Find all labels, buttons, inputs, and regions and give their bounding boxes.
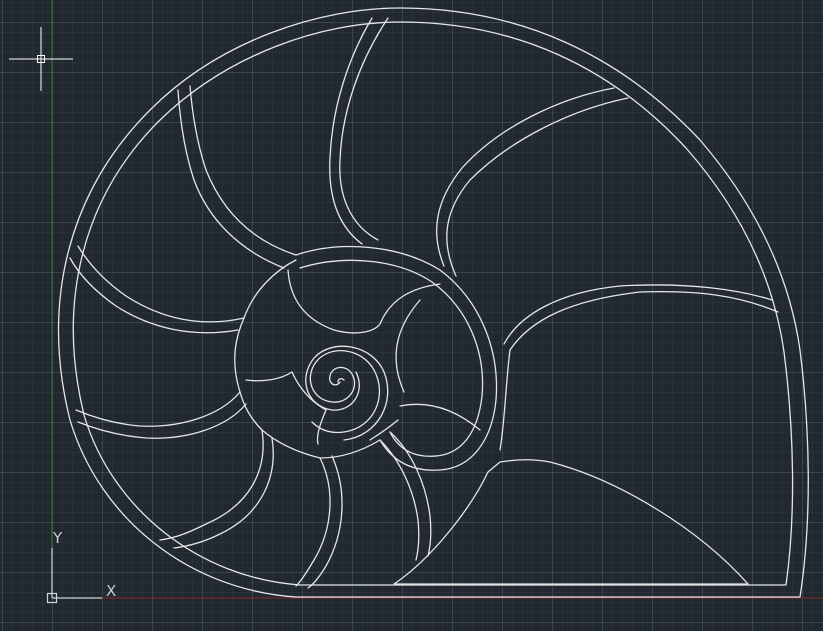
ucs-x-label: X [106,582,117,600]
ucs-y-label: Y [53,529,63,547]
drawing-canvas[interactable]: Y X [0,0,823,631]
ucs-axis-icon [46,548,102,604]
